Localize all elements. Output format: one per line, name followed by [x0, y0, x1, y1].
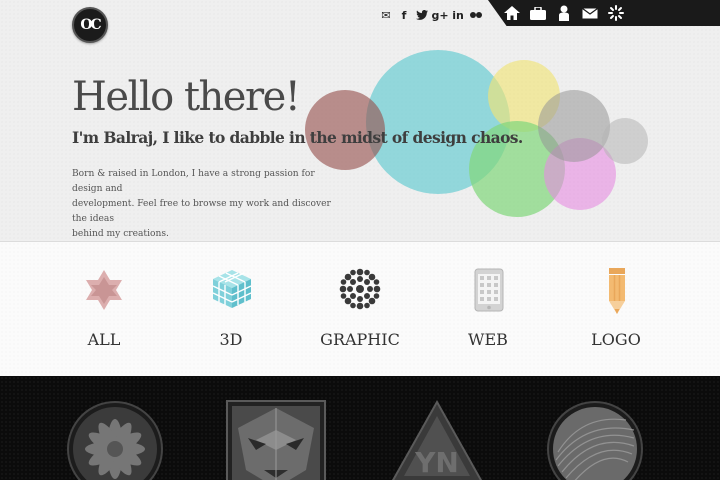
facebook-icon[interactable]: f: [396, 6, 412, 24]
hero-title: Hello there!: [72, 74, 301, 120]
social-links: ✉ f g+ in: [378, 6, 484, 24]
category-label: ALL: [87, 330, 121, 349]
portfolio-grid: YN: [0, 376, 720, 480]
cube-icon: [212, 270, 252, 308]
intro-line: behind my creations.: [72, 229, 169, 239]
circle-gray-dark: [538, 90, 610, 162]
circle-gray-light: [602, 118, 648, 164]
tablet-icon: [474, 268, 504, 312]
work-triangle[interactable]: YN: [390, 398, 484, 480]
pencil-icon: [609, 268, 625, 314]
hero-section: OC ✉ f g+ in Hello there! I'm Balraj, I: [0, 0, 720, 242]
star-icon: [86, 270, 122, 310]
work-swirl-circle[interactable]: [546, 400, 644, 480]
person-icon[interactable]: [552, 3, 575, 23]
twitter-icon[interactable]: [414, 6, 430, 24]
work-face-square[interactable]: [226, 400, 326, 480]
svg-text:YN: YN: [414, 446, 459, 479]
mail-icon[interactable]: [578, 3, 601, 23]
category-label: LOGO: [591, 330, 641, 349]
mail-icon[interactable]: ✉: [378, 6, 394, 24]
briefcase-icon[interactable]: [526, 3, 549, 23]
hero-subtitle: I'm Balraj, I like to dabble in the mids…: [72, 128, 523, 147]
category-label: WEB: [468, 330, 508, 349]
hero-intro: Born & raised in London, I have a strong…: [72, 167, 334, 241]
main-nav: [500, 3, 627, 23]
google-plus-icon[interactable]: g+: [431, 6, 448, 24]
category-label: 3D: [219, 330, 243, 349]
home-icon[interactable]: [500, 3, 523, 23]
flickr-icon[interactable]: [468, 6, 484, 24]
flower-icon: [339, 268, 381, 310]
work-flower-circle[interactable]: [66, 400, 164, 480]
intro-line: development. Feel free to browse my work…: [72, 199, 331, 224]
intro-line: Born & raised in London, I have a strong…: [72, 169, 315, 194]
linkedin-icon[interactable]: in: [450, 6, 466, 24]
settings-icon[interactable]: [604, 3, 627, 23]
logo-text: OC: [80, 17, 101, 33]
site-logo[interactable]: OC: [72, 7, 108, 43]
category-label: GRAPHIC: [320, 330, 400, 349]
